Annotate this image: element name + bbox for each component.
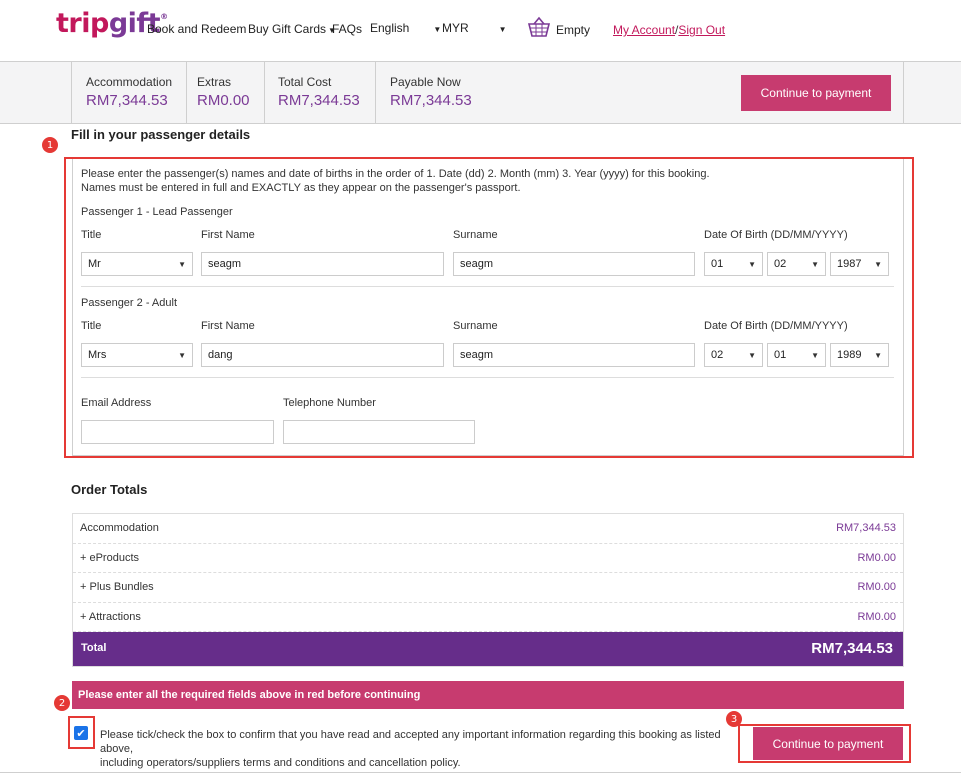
- pax2-first-name-input[interactable]: dang: [201, 343, 444, 367]
- nav-book-redeem[interactable]: Book and Redeem: [147, 22, 246, 36]
- basket-status[interactable]: Empty: [556, 23, 590, 37]
- nav-gift-cards[interactable]: Buy Gift Cards ▼: [248, 22, 336, 36]
- table-row: Accommodation RM7,344.53: [73, 514, 903, 544]
- order-totals-table: Accommodation RM7,344.53 + eProducts RM0…: [72, 513, 904, 667]
- chevron-down-icon: ▼: [874, 259, 882, 269]
- summary-total-cost: Total Cost RM7,344.53: [278, 75, 360, 109]
- pax1-dob-day-select[interactable]: 01 ▼: [704, 252, 763, 276]
- pax1-title-select[interactable]: Mr ▼: [81, 252, 193, 276]
- pax1-first-name-input[interactable]: seagm: [201, 252, 444, 276]
- my-account-link[interactable]: My Account: [613, 23, 675, 37]
- surname-label: Surname: [453, 229, 498, 241]
- passenger-section-title: Fill in your passenger details: [71, 127, 251, 142]
- annotation-marker-1: 1: [42, 137, 58, 153]
- passenger-1-heading: Passenger 1 - Lead Passenger: [81, 206, 233, 218]
- basket-icon[interactable]: [526, 16, 552, 38]
- surname-label: Surname: [453, 320, 498, 332]
- summary-extras: Extras RM0.00: [197, 75, 250, 109]
- annotation-box-3: [738, 724, 911, 763]
- chevron-down-icon: ▼: [748, 259, 756, 269]
- nav-faqs[interactable]: FAQs: [332, 22, 362, 36]
- pax2-title-select[interactable]: Mrs ▼: [81, 343, 193, 367]
- chevron-down-icon: ▼: [498, 25, 507, 34]
- dob-label: Date Of Birth (DD/MM/YYYY): [704, 320, 848, 332]
- chevron-down-icon: ▼: [433, 25, 442, 34]
- pax2-dob-day-select[interactable]: 02 ▼: [704, 343, 763, 367]
- chevron-down-icon: ▼: [748, 350, 756, 360]
- checkmark-icon: ✔: [76, 727, 86, 740]
- pax1-dob-month-select[interactable]: 02 ▼: [767, 252, 826, 276]
- table-row: + Plus Bundles RM0.00: [73, 573, 903, 603]
- pax1-surname-input[interactable]: seagm: [453, 252, 695, 276]
- summary-payable-now: Payable Now RM7,344.53: [390, 75, 472, 109]
- currency-select[interactable]: MYR ▼: [442, 21, 507, 35]
- order-totals-title: Order Totals: [71, 482, 148, 497]
- first-name-label: First Name: [201, 229, 255, 241]
- terms-confirm-text: Please tick/check the box to confirm tha…: [100, 729, 721, 769]
- phone-label: Telephone Number: [283, 397, 376, 409]
- first-name-label: First Name: [201, 320, 255, 332]
- passenger-instructions: Please enter the passenger(s) names and …: [81, 168, 710, 194]
- chevron-down-icon: ▼: [178, 259, 186, 269]
- site-header: tripgift® Book and Redeem Buy Gift Cards…: [0, 0, 961, 61]
- total-row: Total RM7,344.53: [73, 632, 903, 666]
- table-row: + Attractions RM0.00: [73, 603, 903, 632]
- title-label: Title: [81, 229, 102, 241]
- annotation-box-1: [64, 157, 914, 458]
- pax1-dob-year-select[interactable]: 1987 ▼: [830, 252, 889, 276]
- title-label: Title: [81, 320, 102, 332]
- sign-out-link[interactable]: Sign Out: [678, 23, 725, 37]
- chevron-down-icon: ▼: [178, 350, 186, 360]
- table-row: + eProducts RM0.00: [73, 544, 903, 573]
- continue-to-payment-button-top[interactable]: Continue to payment: [741, 75, 891, 111]
- language-select[interactable]: English ▼: [370, 21, 441, 35]
- pax2-dob-month-select[interactable]: 01 ▼: [767, 343, 826, 367]
- pax2-surname-input[interactable]: seagm: [453, 343, 695, 367]
- required-fields-warning: Please enter all the required fields abo…: [72, 681, 904, 709]
- telephone-field[interactable]: [283, 420, 475, 444]
- annotation-marker-2: 2: [54, 695, 70, 711]
- summary-accommodation: Accommodation RM7,344.53: [86, 75, 173, 109]
- chevron-down-icon: ▼: [811, 350, 819, 360]
- booking-summary-bar: Accommodation RM7,344.53 Extras RM0.00 T…: [0, 61, 961, 124]
- terms-checkbox[interactable]: ✔: [74, 726, 88, 740]
- chevron-down-icon: ▼: [874, 350, 882, 360]
- chevron-down-icon: ▼: [811, 259, 819, 269]
- email-label: Email Address: [81, 397, 152, 409]
- pax2-dob-year-select[interactable]: 1989 ▼: [830, 343, 889, 367]
- account-links: My Account/Sign Out: [613, 23, 726, 37]
- passenger-2-heading: Passenger 2 - Adult: [81, 297, 178, 309]
- email-field[interactable]: [81, 420, 274, 444]
- dob-label: Date Of Birth (DD/MM/YYYY): [704, 229, 848, 241]
